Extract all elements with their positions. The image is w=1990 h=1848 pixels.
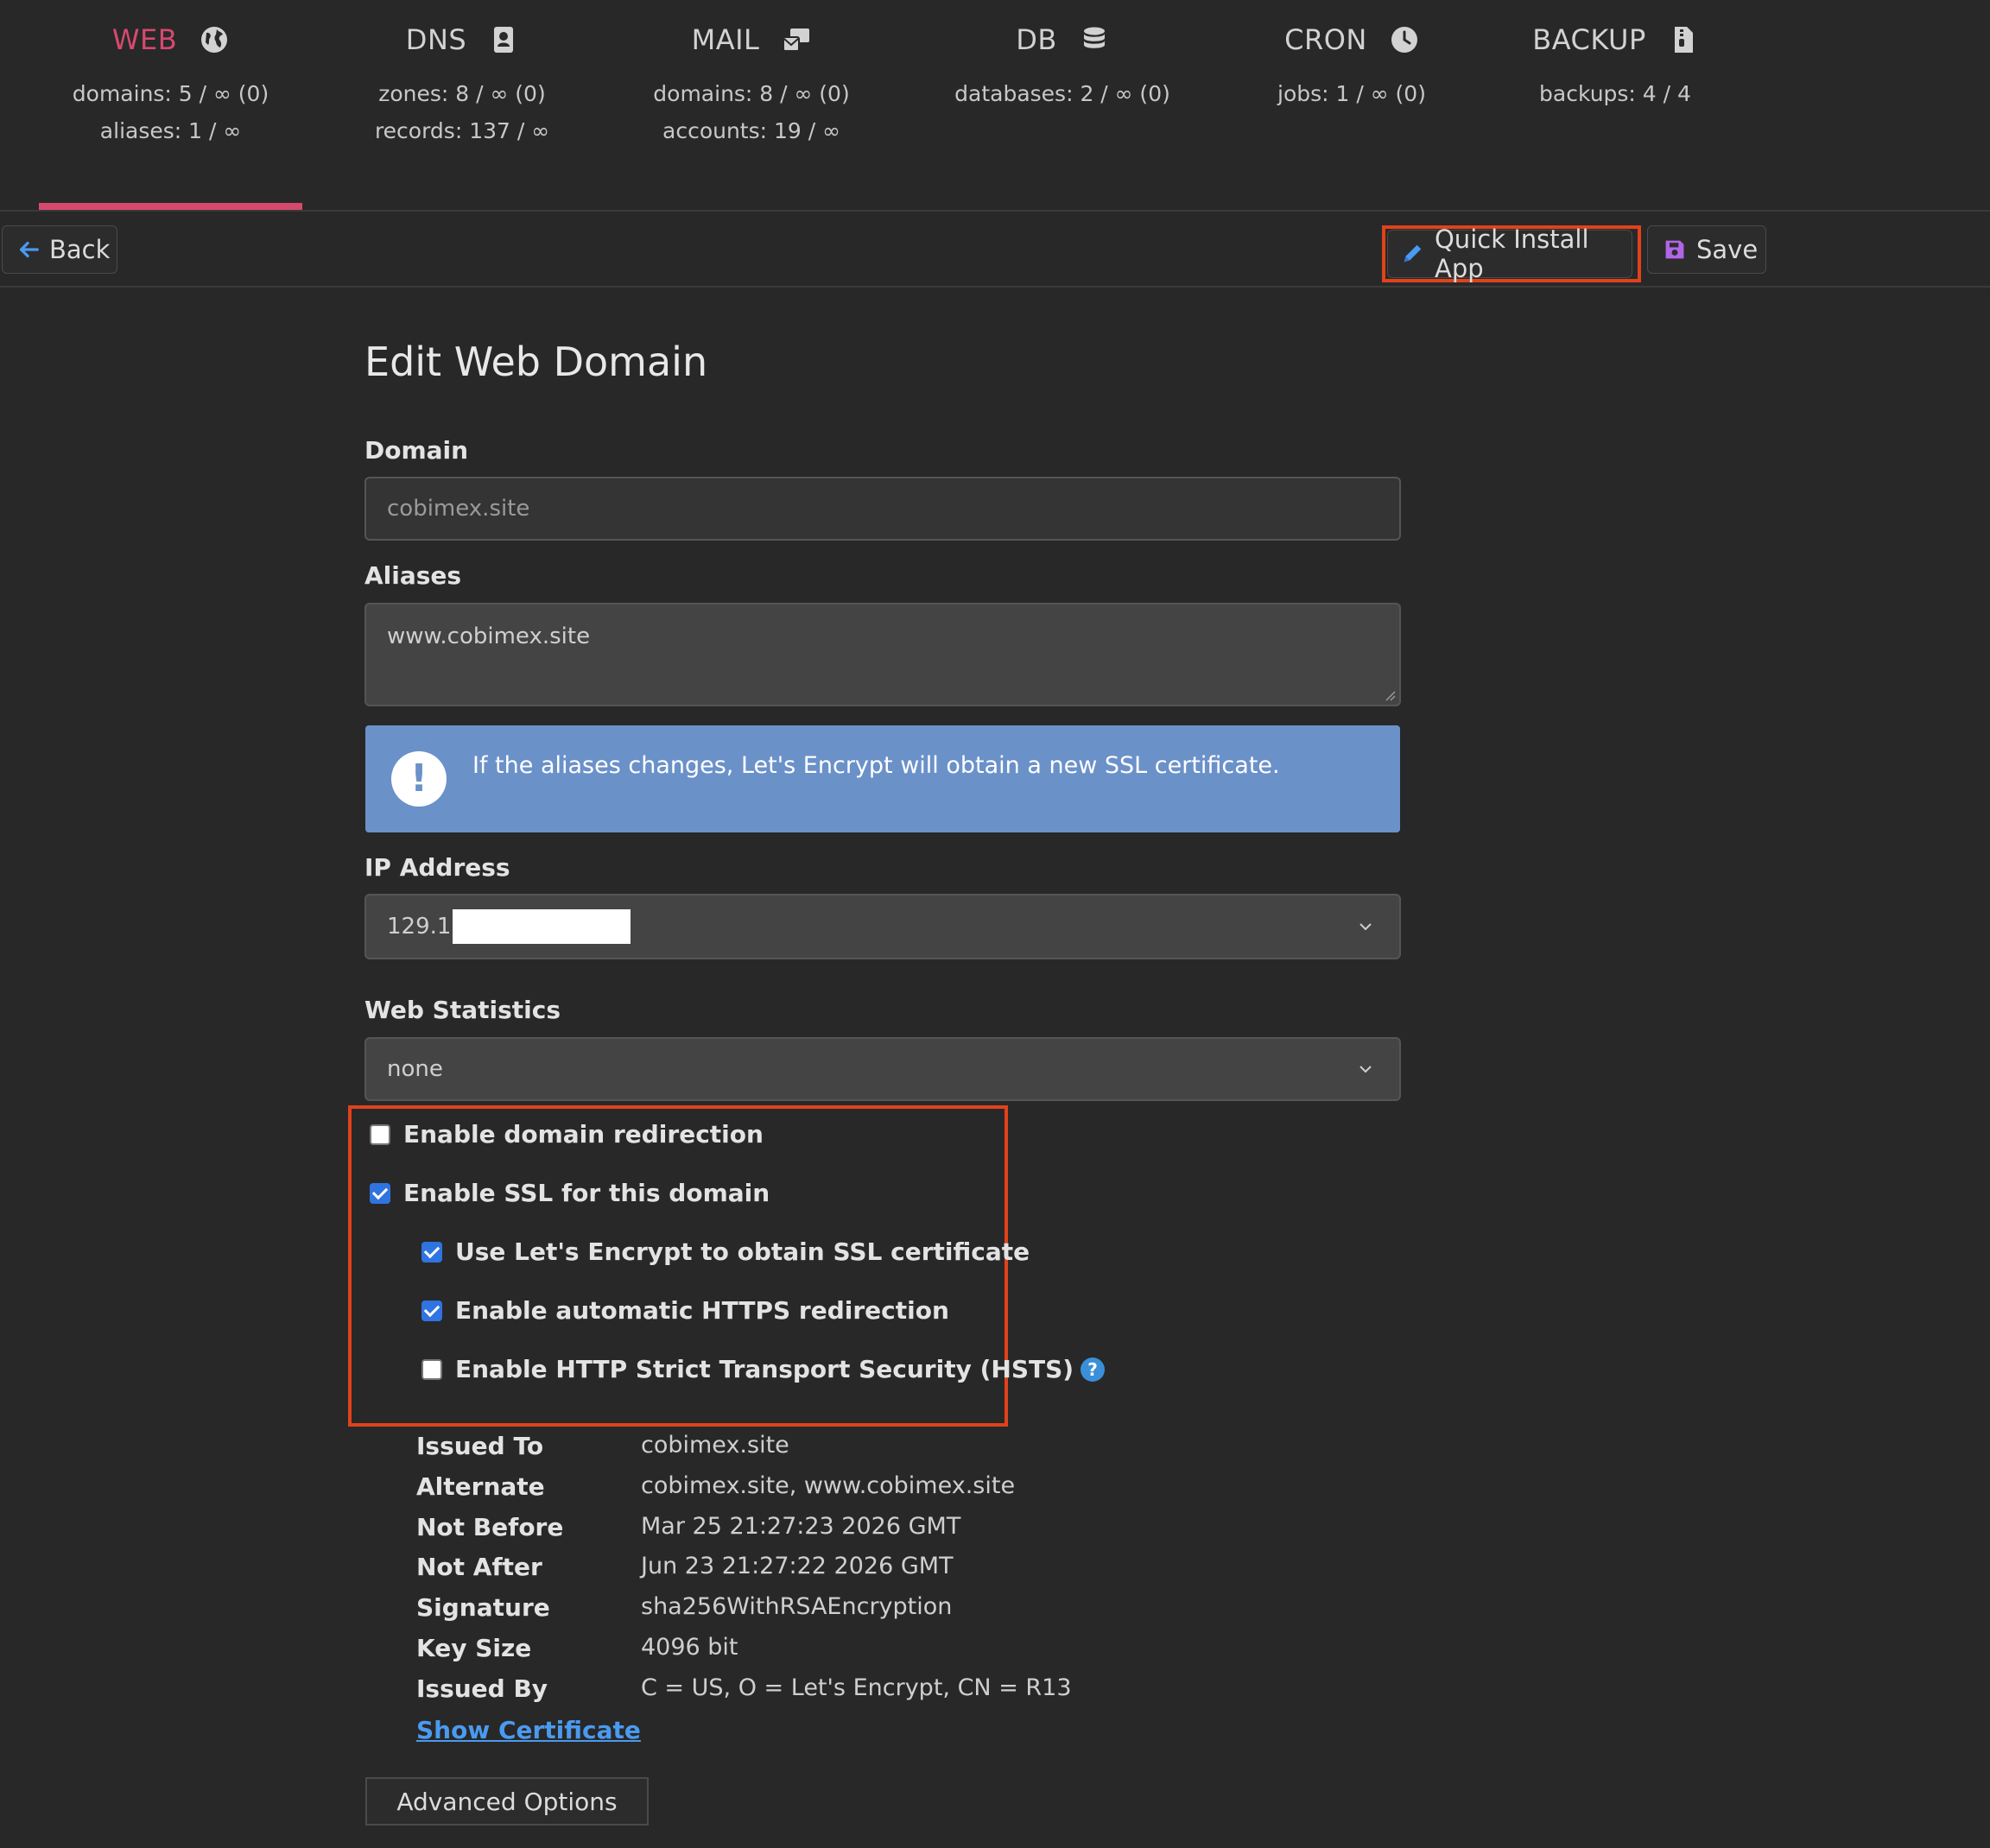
redaction-box bbox=[453, 909, 631, 944]
arrow-left-icon bbox=[19, 241, 39, 258]
globe-icon bbox=[201, 27, 228, 53]
back-button-label: Back bbox=[49, 235, 111, 264]
tab-dns-stat-1: zones: 8 / ∞ (0) bbox=[378, 81, 546, 106]
cert-key-size-label: Key Size bbox=[416, 1634, 532, 1662]
question-circle-icon[interactable]: ? bbox=[1081, 1357, 1106, 1382]
cert-not-before-value: Mar 25 21:27:23 2026 GMT bbox=[641, 1513, 961, 1540]
cert-not-before-label: Not Before bbox=[416, 1513, 564, 1541]
domain-input-value: cobimex.site bbox=[387, 496, 530, 522]
tab-db[interactable]: DB databases: 2 / ∞ (0) bbox=[933, 0, 1192, 207]
chevron-down-icon bbox=[1359, 923, 1372, 931]
cert-issued-by-label: Issued By bbox=[416, 1674, 548, 1703]
pencil-icon bbox=[1404, 244, 1422, 263]
redirect-checkbox[interactable] bbox=[370, 1123, 390, 1145]
cert-issued-to-value: cobimex.site bbox=[641, 1432, 789, 1459]
aliases-textarea-value: www.cobimex.site bbox=[387, 623, 591, 649]
ip-address-select[interactable]: 129.1 bbox=[364, 894, 1401, 959]
page-title: Edit Web Domain bbox=[364, 339, 708, 385]
cert-not-after-label: Not After bbox=[416, 1553, 542, 1581]
save-button[interactable]: Save bbox=[1647, 225, 1766, 274]
https-redirect-checkbox[interactable] bbox=[421, 1300, 442, 1321]
https-redirect-option[interactable]: Enable automatic HTTPS redirection bbox=[421, 1296, 949, 1325]
ssl-label: Enable SSL for this domain bbox=[403, 1179, 770, 1207]
tab-mail-stat-2: accounts: 19 / ∞ bbox=[662, 118, 840, 143]
tab-web-stat-2: aliases: 1 / ∞ bbox=[99, 118, 242, 143]
tab-backup-stat-1: backups: 4 / 4 bbox=[1539, 81, 1691, 106]
tab-mail[interactable]: MAIL domains: 8 / ∞ (0) accounts: 19 / ∞ bbox=[622, 0, 881, 207]
resize-handle-icon[interactable] bbox=[1384, 689, 1396, 701]
quick-install-app-button[interactable]: Quick Install App bbox=[1387, 225, 1632, 283]
tab-web[interactable]: WEB domains: 5 / ∞ (0) aliases: 1 / ∞ bbox=[39, 0, 302, 207]
quick-install-label: Quick Install App bbox=[1434, 225, 1589, 283]
cert-issued-to-label: Issued To bbox=[416, 1432, 544, 1460]
ssl-option[interactable]: Enable SSL for this domain bbox=[370, 1179, 770, 1207]
tab-backup[interactable]: BACKUP backups: 4 / 4 bbox=[1486, 0, 1745, 207]
aliases-textarea[interactable]: www.cobimex.site bbox=[364, 603, 1401, 706]
tab-cron-label: CRON bbox=[1284, 23, 1367, 56]
show-certificate-link[interactable]: Show Certificate bbox=[416, 1716, 641, 1744]
clock-icon bbox=[1391, 27, 1417, 53]
alert-text: If the aliases changes, Let's Encrypt wi… bbox=[472, 752, 1280, 779]
toolbar-divider bbox=[0, 286, 1990, 288]
tab-mail-stat-1: domains: 8 / ∞ (0) bbox=[653, 81, 850, 106]
ssl-checkbox[interactable] bbox=[370, 1182, 390, 1204]
cert-alternate-label: Alternate bbox=[416, 1472, 545, 1501]
cert-key-size-value: 4096 bit bbox=[641, 1634, 738, 1661]
cert-signature-value: sha256WithRSAEncryption bbox=[641, 1593, 953, 1620]
tab-backup-label: BACKUP bbox=[1532, 23, 1646, 56]
web-statistics-value: none bbox=[387, 1056, 443, 1082]
domain-label: Domain bbox=[364, 436, 469, 465]
cert-alternate-value: cobimex.site, www.cobimex.site bbox=[641, 1472, 1016, 1499]
cert-not-after-value: Jun 23 21:27:22 2026 GMT bbox=[641, 1553, 954, 1579]
cert-issued-by-value: C = US, O = Let's Encrypt, CN = R13 bbox=[641, 1674, 1072, 1701]
letsencrypt-label: Use Let's Encrypt to obtain SSL certific… bbox=[455, 1237, 1030, 1266]
hsts-checkbox[interactable] bbox=[421, 1358, 442, 1380]
back-button[interactable]: Back bbox=[2, 225, 117, 274]
letsencrypt-option[interactable]: Use Let's Encrypt to obtain SSL certific… bbox=[421, 1237, 1030, 1266]
tab-cron-stat-1: jobs: 1 / ∞ (0) bbox=[1277, 81, 1426, 106]
tab-db-label: DB bbox=[1016, 23, 1057, 56]
web-statistics-select[interactable]: none bbox=[364, 1037, 1401, 1101]
address-book-icon bbox=[494, 27, 514, 53]
redirect-option[interactable]: Enable domain redirection bbox=[370, 1120, 764, 1149]
ip-address-label: IP Address bbox=[364, 853, 510, 882]
hsts-label: Enable HTTP Strict Transport Security (H… bbox=[455, 1355, 1074, 1383]
tab-dns-stat-2: records: 137 / ∞ bbox=[374, 118, 550, 143]
https-redirect-label: Enable automatic HTTPS redirection bbox=[455, 1296, 949, 1325]
ip-address-value: 129.1 bbox=[387, 914, 452, 940]
tab-db-stat-1: databases: 2 / ∞ (0) bbox=[954, 81, 1170, 106]
tab-dns-label: DNS bbox=[405, 23, 467, 56]
cert-signature-label: Signature bbox=[416, 1593, 550, 1622]
tab-dns[interactable]: DNS zones: 8 / ∞ (0) records: 137 / ∞ bbox=[328, 0, 596, 207]
file-archive-icon bbox=[1674, 27, 1693, 53]
floppy-disk-icon bbox=[1665, 240, 1684, 259]
tab-mail-label: MAIL bbox=[691, 23, 760, 56]
mail-bulk-icon bbox=[783, 28, 810, 52]
letsencrypt-checkbox[interactable] bbox=[421, 1241, 442, 1263]
advanced-options-button[interactable]: Advanced Options bbox=[365, 1777, 649, 1826]
web-statistics-label: Web Statistics bbox=[364, 996, 561, 1024]
aliases-label: Aliases bbox=[364, 561, 462, 590]
database-icon bbox=[1083, 27, 1105, 48]
save-button-label: Save bbox=[1696, 235, 1759, 264]
redirect-label: Enable domain redirection bbox=[403, 1120, 764, 1149]
tab-web-stat-1: domains: 5 / ∞ (0) bbox=[72, 81, 269, 106]
exclamation-circle-icon: ! bbox=[391, 751, 447, 807]
tab-web-label: WEB bbox=[111, 23, 178, 56]
ssl-info-alert: ! If the aliases changes, Let's Encrypt … bbox=[365, 725, 1400, 832]
domain-input[interactable]: cobimex.site bbox=[364, 477, 1401, 541]
hsts-option[interactable]: Enable HTTP Strict Transport Security (H… bbox=[421, 1355, 1106, 1383]
chevron-down-icon bbox=[1359, 1066, 1372, 1073]
header-divider bbox=[0, 210, 1990, 212]
tab-cron[interactable]: CRON jobs: 1 / ∞ (0) bbox=[1222, 0, 1481, 207]
